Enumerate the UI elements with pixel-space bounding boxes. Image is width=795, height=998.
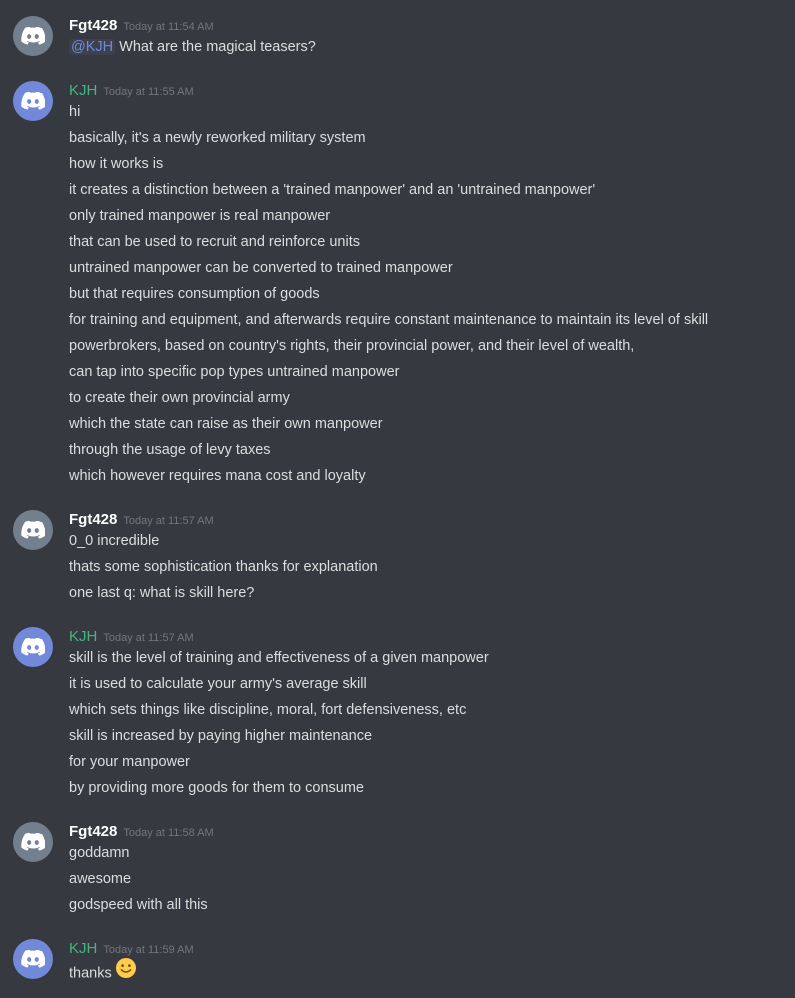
discord-logo-icon <box>21 92 45 110</box>
message: skill is the level of training and effec… <box>69 650 489 666</box>
message: one last q: what is skill here? <box>69 585 255 601</box>
message-header: Fgt428 Today at 11:57 AM <box>69 510 214 530</box>
message-list: goddamn awesome godspeed with all this <box>69 842 208 920</box>
message: how it works is <box>69 156 164 172</box>
avatar[interactable] <box>13 16 53 56</box>
message-list: thanks <box>69 957 137 986</box>
message-header: KJH Today at 11:59 AM <box>69 939 194 959</box>
message: only trained manpower is real manpower <box>69 208 331 224</box>
timestamp: Today at 11:54 AM <box>123 21 214 33</box>
message-list: 0_0 incredible thats some sophistication… <box>69 530 378 608</box>
message: which however requires mana cost and loy… <box>69 468 366 484</box>
discord-logo-icon <box>21 833 45 851</box>
timestamp: Today at 11:55 AM <box>103 86 194 98</box>
message: it is used to calculate your army's aver… <box>69 676 367 692</box>
message: thats some sophistication thanks for exp… <box>69 559 378 575</box>
message: thanks <box>69 957 137 986</box>
chat-messages: Fgt428 Today at 11:54 AM @KJH What are th… <box>0 0 795 998</box>
username[interactable]: Fgt428 <box>69 511 117 528</box>
avatar[interactable] <box>13 627 53 667</box>
message: awesome <box>69 871 132 887</box>
message: hi <box>69 104 81 120</box>
message-header: KJH Today at 11:57 AM <box>69 627 194 647</box>
message: godspeed with all this <box>69 897 208 913</box>
message-text: What are the magical teasers? <box>115 39 316 55</box>
message: for training and equipment, and afterwar… <box>69 312 709 328</box>
discord-logo-icon <box>21 638 45 656</box>
message: which sets things like discipline, moral… <box>69 702 467 718</box>
message-list: skill is the level of training and effec… <box>69 647 489 803</box>
message-header: Fgt428 Today at 11:58 AM <box>69 822 214 842</box>
user-mention[interactable]: @KJH <box>69 39 116 55</box>
username[interactable]: Fgt428 <box>69 17 117 34</box>
timestamp: Today at 11:57 AM <box>103 632 194 644</box>
message: untrained manpower can be converted to t… <box>69 260 453 276</box>
username[interactable]: KJH <box>69 628 97 645</box>
message-list: hi basically, it's a newly reworked mili… <box>69 101 708 491</box>
message: by providing more goods for them to cons… <box>69 780 364 796</box>
message: to create their own provincial army <box>69 390 290 406</box>
message: @KJH What are the magical teasers? <box>69 36 316 62</box>
username[interactable]: KJH <box>69 940 97 957</box>
avatar[interactable] <box>13 822 53 862</box>
message: skill is increased by paying higher main… <box>69 728 373 744</box>
timestamp: Today at 11:59 AM <box>103 944 194 956</box>
message: goddamn <box>69 845 130 861</box>
message-text: thanks <box>69 965 112 982</box>
message-header: KJH Today at 11:55 AM <box>69 81 194 101</box>
message: through the usage of levy taxes <box>69 442 271 458</box>
message-list: @KJH What are the magical teasers? <box>69 36 316 62</box>
discord-logo-icon <box>21 950 45 968</box>
username[interactable]: KJH <box>69 82 97 99</box>
message-header: Fgt428 Today at 11:54 AM <box>69 16 214 36</box>
message: which the state can raise as their own m… <box>69 416 383 432</box>
message: 0_0 incredible <box>69 533 160 549</box>
message: for your manpower <box>69 754 190 770</box>
message: it creates a distinction between a 'trai… <box>69 182 596 198</box>
discord-logo-icon <box>21 521 45 539</box>
discord-logo-icon <box>21 27 45 45</box>
message: that can be used to recruit and reinforc… <box>69 234 360 250</box>
message: basically, it's a newly reworked militar… <box>69 130 366 146</box>
message: powerbrokers, based on country's rights,… <box>69 338 635 354</box>
slightly-smiling-face-icon[interactable] <box>115 957 137 986</box>
username[interactable]: Fgt428 <box>69 823 117 840</box>
message: can tap into specific pop types untraine… <box>69 364 400 380</box>
message: but that requires consumption of goods <box>69 286 320 302</box>
avatar[interactable] <box>13 510 53 550</box>
avatar[interactable] <box>13 81 53 121</box>
timestamp: Today at 11:57 AM <box>123 515 214 527</box>
avatar[interactable] <box>13 939 53 979</box>
timestamp: Today at 11:58 AM <box>123 827 214 839</box>
